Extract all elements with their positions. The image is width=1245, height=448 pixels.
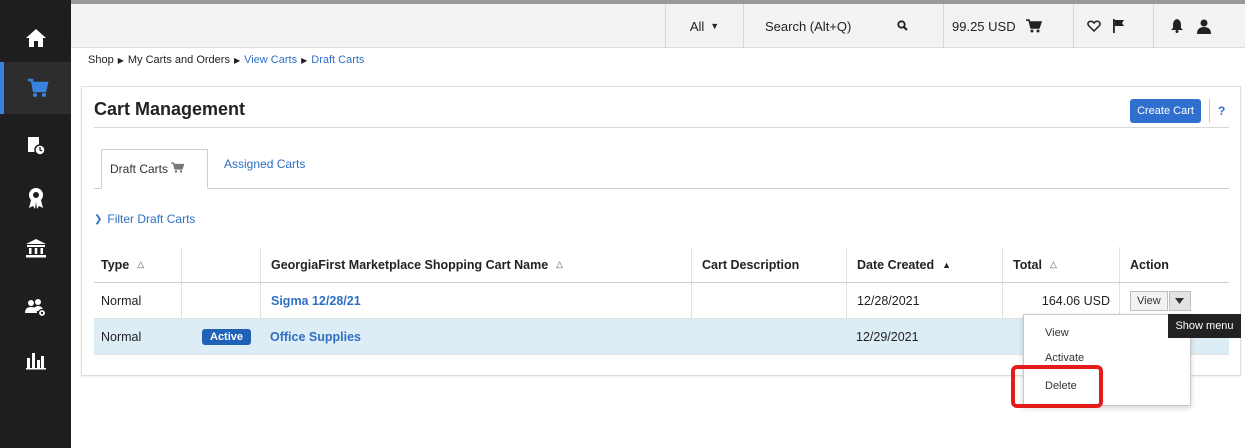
page-title: Cart Management — [94, 99, 246, 119]
column-divider — [181, 247, 182, 282]
sidebar-item-users[interactable] — [0, 282, 71, 334]
cart-name-link[interactable]: Office Supplies — [270, 330, 361, 344]
users-gear-icon — [24, 299, 46, 318]
show-menu-tooltip: Show menu — [1168, 314, 1241, 338]
chevron-right-icon: ❯ — [94, 213, 103, 225]
cart-icon — [1025, 19, 1042, 33]
sort-icon: △ — [556, 259, 564, 269]
cell-name: Office Supplies — [260, 319, 361, 354]
column-header-total[interactable]: Total △ — [1002, 247, 1057, 282]
cell-action: View — [1119, 283, 1191, 318]
sort-icon: △ — [137, 259, 145, 269]
flag-icon[interactable] — [1113, 19, 1125, 33]
column-header-date[interactable]: Date Created ▲ — [846, 247, 951, 282]
breadcrumb: Shop ▶ My Carts and Orders ▶ View Carts … — [88, 54, 364, 66]
filter-draft-carts-toggle[interactable]: ❯ Filter Draft Carts — [94, 212, 195, 226]
breadcrumb-separator-icon: ▶ — [301, 55, 308, 65]
breadcrumb-item-view-carts[interactable]: View Carts — [244, 54, 297, 66]
sidebar-item-shop[interactable] — [0, 62, 71, 114]
sidebar-item-reports[interactable] — [0, 334, 71, 386]
column-header-name[interactable]: GeorgiaFirst Marketplace Shopping Cart N… — [260, 247, 563, 282]
filter-label: Filter Draft Carts — [107, 212, 196, 226]
breadcrumb-separator-icon: ▶ — [117, 55, 124, 65]
cell-date: 12/28/2021 — [846, 283, 920, 318]
search-placeholder: Search (Alt+Q) — [765, 18, 852, 34]
document-clock-icon — [27, 137, 46, 156]
top-bar: All ▼ Search (Alt+Q) 99.25 USD — [71, 0, 1245, 48]
tab-draft-carts-label: Draft Carts — [110, 162, 169, 176]
favorites-and-flags — [1073, 4, 1153, 48]
table-header-row: Type △ GeorgiaFirst Marketplace Shopping … — [94, 247, 1229, 283]
view-button[interactable]: View — [1130, 290, 1168, 311]
award-icon — [28, 188, 43, 209]
menu-item-view[interactable]: View — [1045, 327, 1069, 339]
menu-item-activate[interactable]: Activate — [1045, 352, 1084, 364]
column-divider — [181, 283, 182, 318]
help-icon[interactable]: ? — [1209, 99, 1225, 123]
breadcrumb-item-shop[interactable]: Shop — [88, 54, 114, 66]
search-scope-label: All — [689, 18, 705, 34]
sidebar-item-awards[interactable] — [0, 172, 71, 224]
search-scope-select[interactable]: All ▼ — [665, 4, 743, 48]
cell-name: Sigma 12/28/21 — [260, 283, 361, 318]
cell-status: Active — [202, 319, 252, 354]
create-cart-button[interactable]: Create Cart — [1130, 99, 1201, 123]
sidebar-item-home[interactable] — [0, 12, 71, 64]
column-header-action: Action — [1119, 247, 1169, 282]
bell-icon[interactable] — [1171, 19, 1183, 33]
user-icon[interactable] — [1197, 19, 1211, 34]
heart-icon[interactable] — [1087, 20, 1101, 32]
tab-assigned-carts[interactable]: Assigned Carts — [216, 149, 313, 179]
search-icon[interactable] — [897, 20, 908, 31]
cart-summary[interactable]: 99.25 USD — [943, 4, 1073, 48]
bar-chart-icon — [25, 353, 46, 370]
cart-icon — [171, 161, 185, 173]
sort-icon: △ — [1049, 259, 1057, 269]
cell-description — [691, 283, 692, 318]
left-sidebar — [0, 0, 71, 448]
breadcrumb-separator-icon: ▶ — [233, 55, 241, 65]
tab-draft-carts[interactable]: Draft Carts — [101, 149, 208, 189]
sidebar-item-documents[interactable] — [0, 120, 71, 172]
user-area — [1153, 4, 1245, 48]
sort-icon: ▲ — [942, 259, 952, 270]
home-icon — [25, 29, 46, 47]
cell-type: Normal — [101, 293, 142, 308]
cell-date: 12/29/2021 — [856, 329, 919, 344]
divider — [94, 127, 1229, 128]
breadcrumb-item-draft-carts[interactable]: Draft Carts — [311, 54, 364, 66]
cart-icon — [27, 78, 49, 97]
chevron-down-icon: ▼ — [710, 21, 720, 31]
cart-total: 99.25 USD — [952, 18, 1016, 34]
highlight-annotation — [1011, 365, 1103, 408]
divider — [94, 188, 1229, 189]
search-input[interactable]: Search (Alt+Q) — [743, 4, 943, 48]
cell-total: 164.06 USD — [1002, 283, 1119, 318]
column-header-type[interactable]: Type △ — [101, 247, 144, 282]
cell-type: Normal — [101, 329, 142, 344]
breadcrumb-item-carts-orders[interactable]: My Carts and Orders — [128, 54, 230, 66]
cart-name-link[interactable]: Sigma 12/28/21 — [271, 294, 361, 308]
bank-icon — [25, 239, 46, 258]
show-menu-button[interactable] — [1168, 290, 1191, 311]
column-header-description: Cart Description — [691, 247, 799, 282]
status-badge: Active — [202, 328, 252, 345]
sidebar-item-institution[interactable] — [0, 222, 71, 274]
chevron-down-icon — [1175, 297, 1185, 304]
